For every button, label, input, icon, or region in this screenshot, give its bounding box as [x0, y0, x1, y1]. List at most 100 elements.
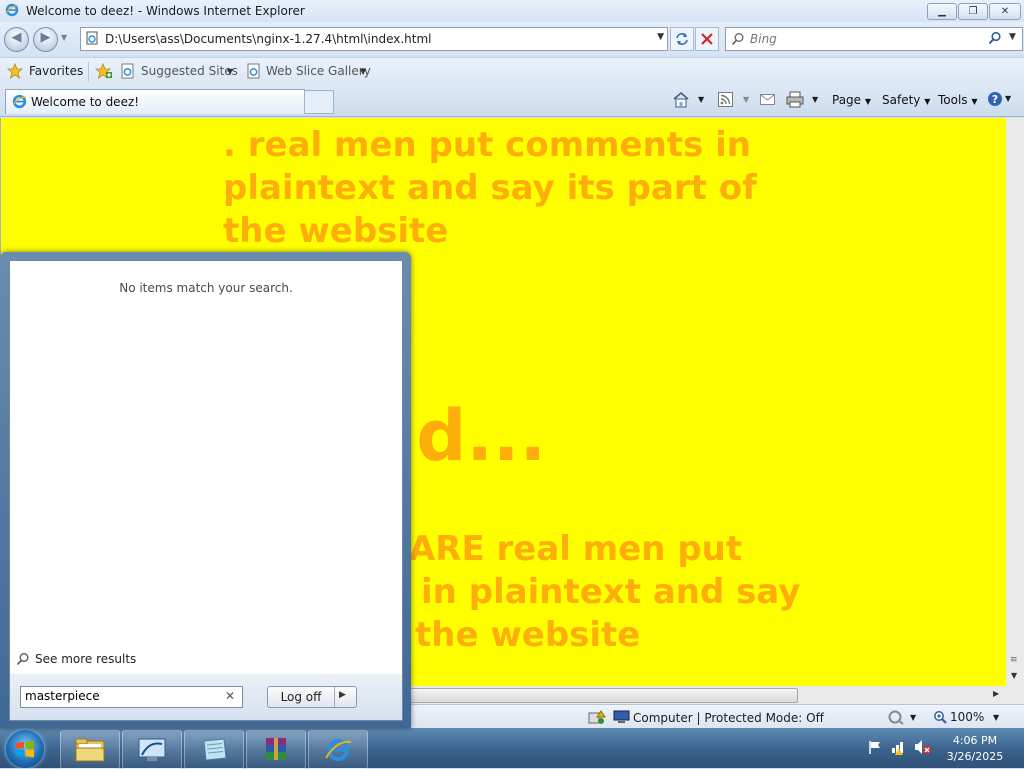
search-options-dropdown-icon[interactable]: ▼ — [1009, 32, 1016, 42]
chevron-down-icon: ▼ — [971, 97, 978, 106]
window-title: Welcome to deez! - Windows Internet Expl… — [26, 4, 305, 18]
search-icon — [16, 653, 29, 666]
volume-muted-icon[interactable] — [914, 739, 932, 755]
scroll-grip-icon: ≡ — [1010, 655, 1018, 665]
back-arrow-icon: ◀ — [11, 30, 22, 45]
stop-button[interactable] — [695, 27, 719, 51]
horizontal-scroll-thumb[interactable] — [400, 688, 798, 703]
page-menu[interactable]: Page ▼ — [832, 93, 871, 107]
internet-explorer-icon — [5, 3, 19, 17]
log-off-button[interactable]: Log off ▶ — [267, 686, 357, 708]
clock-time: 4:06 PM — [952, 734, 998, 747]
ie-page-icon — [247, 63, 260, 79]
close-icon: ✕ — [1000, 6, 1010, 17]
print-icon[interactable] — [786, 91, 804, 108]
security-zone-text[interactable]: Computer | Protected Mode: Off — [633, 711, 824, 725]
tools-menu[interactable]: Tools ▼ — [938, 93, 978, 107]
minimize-icon: ▁ — [938, 6, 946, 17]
back-button[interactable]: ◀ — [4, 27, 29, 52]
title-bar: Welcome to deez! - Windows Internet Expl… — [0, 0, 1024, 22]
see-more-results-label: See more results — [35, 652, 137, 666]
stop-icon — [701, 33, 713, 45]
home-icon[interactable] — [672, 91, 690, 108]
protected-mode-icon[interactable] — [887, 709, 905, 725]
address-bar[interactable]: D:\Users\ass\Documents\nginx-1.27.4\html… — [80, 27, 668, 51]
log-off-label: Log off — [280, 690, 322, 704]
notepad-icon — [203, 738, 227, 761]
read-mail-icon[interactable] — [760, 93, 775, 106]
page-text-line: in plaintext and say — [421, 572, 801, 612]
taskbar-winrar[interactable] — [246, 730, 306, 769]
bing-icon — [731, 33, 744, 46]
address-dropdown-icon[interactable]: ▼ — [657, 32, 664, 42]
forward-button[interactable]: ▶ — [33, 27, 58, 52]
taskbar-windows-explorer[interactable] — [60, 730, 120, 769]
safety-menu[interactable]: Safety ▼ — [882, 93, 930, 107]
vertical-scrollbar[interactable]: ≡ ▼ — [1006, 118, 1024, 686]
windows-logo-icon — [16, 740, 34, 758]
taskbar-notepad[interactable] — [184, 730, 244, 769]
log-off-divider — [334, 687, 335, 707]
taskbar-remote-desktop[interactable] — [122, 730, 182, 769]
clear-search-icon[interactable]: ✕ — [225, 689, 235, 703]
restore-button[interactable]: ❐ — [958, 3, 988, 20]
svg-text:?: ? — [992, 93, 998, 106]
suggested-sites-label: Suggested Sites — [141, 64, 238, 78]
winrar-icon — [266, 738, 286, 760]
refresh-icon — [676, 33, 688, 45]
protected-mode-dropdown-icon[interactable]: ▼ — [910, 713, 916, 722]
remote-desktop-icon — [138, 738, 166, 761]
internet-explorer-icon — [325, 739, 352, 761]
zoom-dropdown-icon[interactable]: ▼ — [993, 713, 999, 722]
search-icon[interactable] — [988, 31, 1002, 45]
print-dropdown-icon[interactable]: ▼ — [812, 95, 818, 104]
page-icon — [86, 31, 98, 45]
add-to-favorites-icon[interactable] — [95, 63, 113, 79]
start-search-field[interactable] — [20, 686, 243, 708]
scroll-right-icon[interactable]: ▶ — [993, 689, 999, 698]
favorites-star-icon — [7, 63, 23, 79]
close-window-button[interactable]: ✕ — [989, 3, 1021, 20]
internet-explorer-icon — [12, 94, 27, 109]
clock[interactable]: 4:06 PM 3/26/2025 — [934, 733, 1016, 765]
ie-page-icon — [121, 63, 134, 79]
zoom-icon — [934, 711, 947, 724]
search-placeholder: Bing — [750, 32, 777, 46]
search-box[interactable]: Bing ▼ — [725, 27, 1023, 51]
page-text-line: plaintext and say its part of — [223, 168, 757, 208]
zoom-level: 100% — [950, 710, 985, 724]
minimize-button[interactable]: ▁ — [927, 3, 957, 20]
start-button[interactable] — [6, 730, 44, 768]
page-text-line: WARE real men put — [373, 529, 743, 569]
help-icon: ? — [988, 92, 1002, 106]
favorites-divider — [88, 62, 89, 82]
chevron-down-icon: ▼ — [924, 97, 931, 106]
page-text-block-1: . real men put comments in plaintext and… — [223, 124, 757, 253]
page-text-block-2: WARE real men put in plaintext and say t… — [373, 528, 800, 657]
clock-date: 3/26/2025 — [946, 750, 1004, 763]
feeds-icon[interactable] — [718, 92, 733, 107]
start-search-input[interactable] — [25, 688, 215, 704]
no-results-message: No items match your search. — [119, 281, 293, 295]
tab-label: Welcome to deez! — [31, 95, 140, 109]
favorites-label: Favorites — [29, 64, 84, 78]
feeds-dropdown-icon[interactable]: ▼ — [743, 95, 749, 104]
recent-pages-dropdown[interactable]: ▼ — [61, 33, 67, 42]
refresh-button[interactable] — [670, 27, 694, 51]
taskbar-internet-explorer[interactable] — [308, 730, 368, 769]
help-button[interactable]: ? ▼ — [987, 91, 1011, 110]
add-ons-icon[interactable] — [588, 709, 606, 725]
new-tab-button[interactable] — [304, 90, 334, 114]
home-dropdown-icon[interactable]: ▼ — [698, 95, 704, 104]
help-dropdown-icon: ▼ — [1005, 94, 1012, 103]
network-warning-icon[interactable] — [891, 739, 907, 755]
scroll-down-icon[interactable]: ▼ — [1011, 671, 1017, 680]
tab-welcome[interactable]: Welcome to deez! — [5, 89, 305, 114]
web-slice-gallery-label: Web Slice Gallery — [266, 64, 371, 78]
suggested-sites-dropdown-icon: ▼ — [227, 67, 234, 76]
chevron-down-icon: ▼ — [864, 97, 872, 106]
search-results-pane: No items match your search. See more res… — [9, 260, 403, 675]
shutdown-options-arrow-icon[interactable]: ▶ — [339, 690, 346, 700]
forward-arrow-icon: ▶ — [40, 30, 51, 45]
action-center-flag-icon[interactable] — [868, 740, 882, 755]
